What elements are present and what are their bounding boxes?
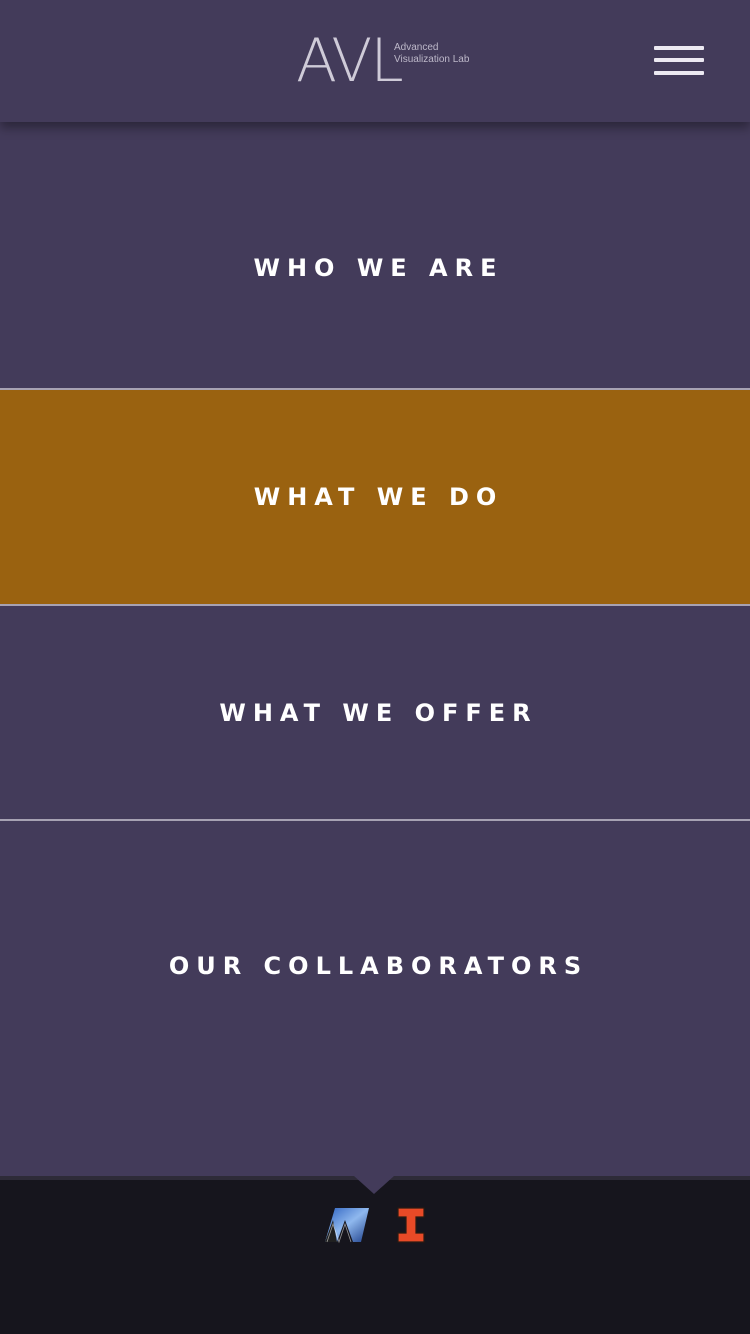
- illinois-block-i-shape: [397, 1207, 425, 1243]
- menu-item-who-we-are[interactable]: WHO WE ARE: [0, 148, 750, 388]
- site-header: AVL Advanced Visualization Lab: [0, 0, 750, 122]
- menu-item-label: WHAT WE OFFER: [219, 698, 538, 727]
- logo-subtitle-line-1: Advanced: [394, 42, 439, 53]
- app-root: AVL Advanced Visualization Lab WHO WE AR…: [0, 0, 750, 1334]
- menu-item-label: OUR COLLABORATORS: [168, 952, 589, 980]
- logo-mark: AVL: [296, 26, 404, 96]
- footer-notch: [354, 1176, 394, 1194]
- hamburger-bar: [654, 58, 704, 62]
- avl-logo[interactable]: AVL Advanced Visualization Lab: [296, 28, 496, 94]
- hamburger-bar: [654, 71, 704, 75]
- menu-item-what-we-do[interactable]: WHAT WE DO: [0, 390, 750, 604]
- hamburger-bar: [654, 46, 704, 50]
- menu-item-label: WHAT WE DO: [253, 483, 504, 511]
- logo-subtitle: Advanced Visualization Lab: [394, 42, 469, 66]
- illinois-block-i-logo[interactable]: [396, 1206, 426, 1244]
- menu-item-label: WHO WE ARE: [253, 254, 504, 282]
- logo-subtitle-line-2: Visualization Lab: [394, 54, 470, 65]
- site-footer: [0, 1180, 750, 1334]
- ncsa-logo[interactable]: [323, 1206, 371, 1244]
- menu-item-our-collaborators[interactable]: OUR COLLABORATORS: [0, 821, 750, 1111]
- menu-item-what-we-offer[interactable]: WHAT WE OFFER: [0, 606, 750, 819]
- hamburger-menu-icon[interactable]: [652, 43, 706, 79]
